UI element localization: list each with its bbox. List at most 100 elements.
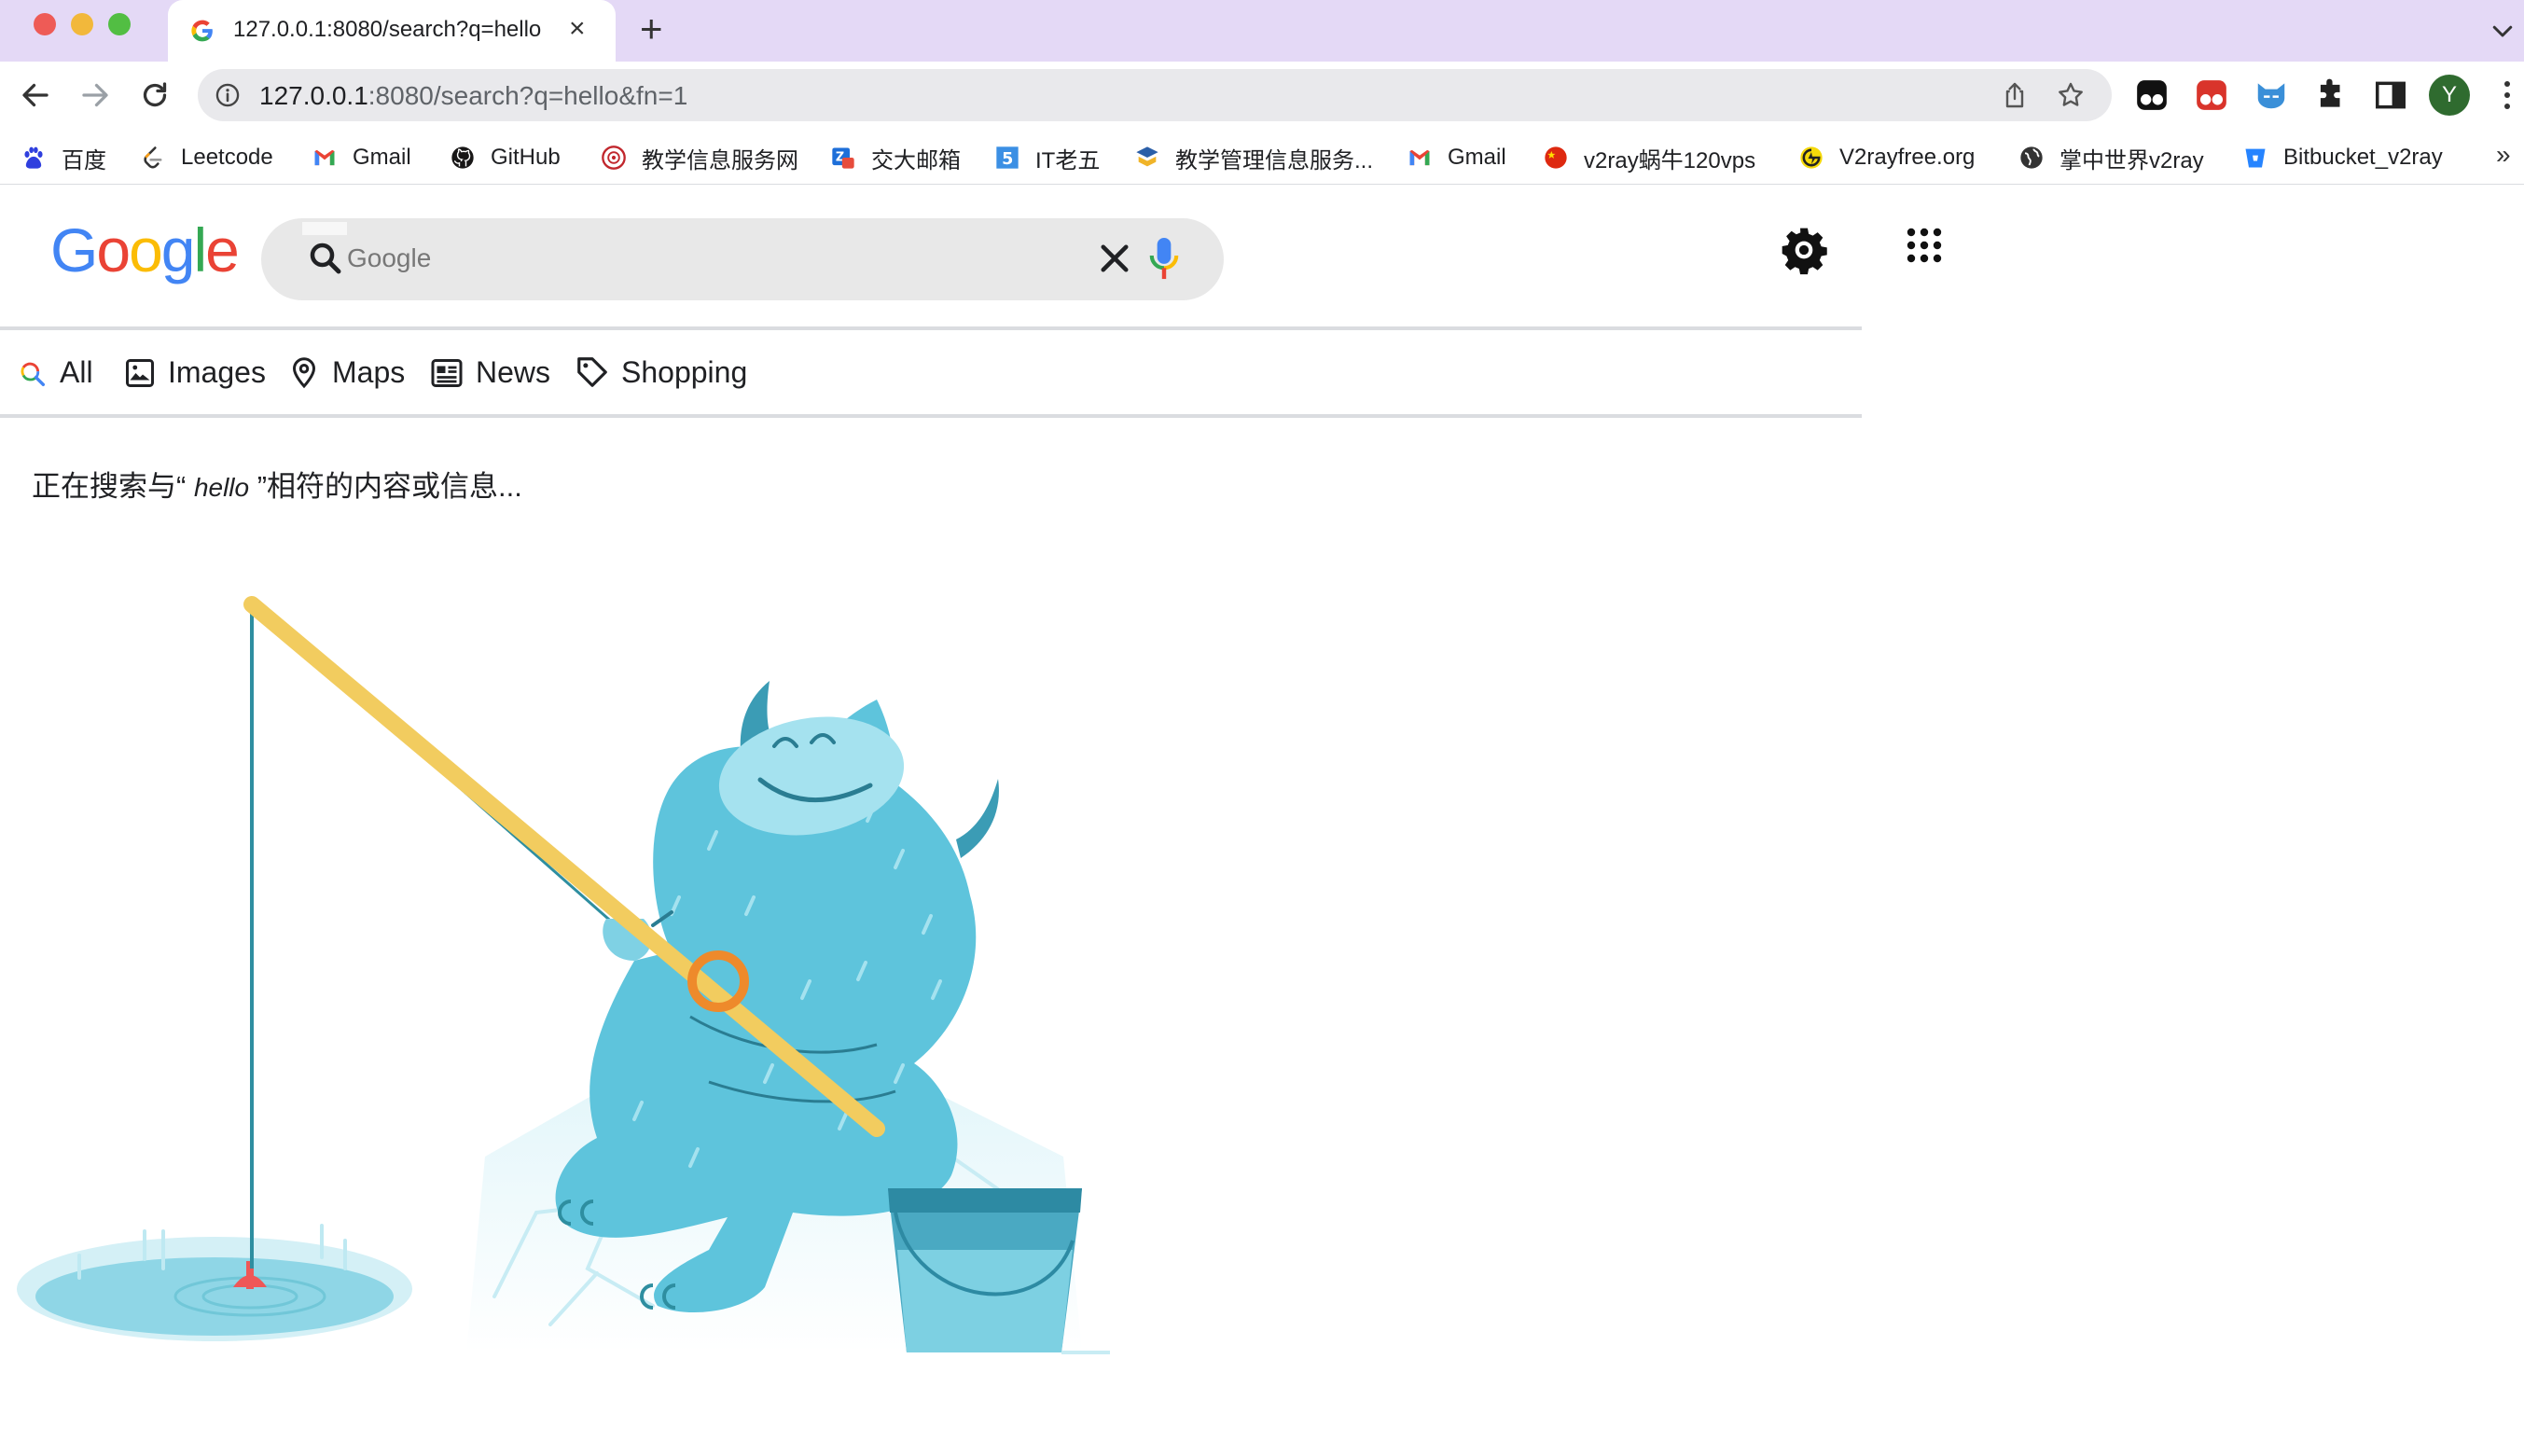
newspaper-icon bbox=[431, 359, 463, 387]
gmail-icon bbox=[314, 149, 335, 166]
search-box bbox=[261, 218, 1224, 300]
leetcode-icon bbox=[144, 146, 162, 169]
search-icon bbox=[21, 362, 46, 387]
forward-arrow-icon[interactable] bbox=[78, 78, 112, 112]
tab-label: Images bbox=[168, 355, 266, 389]
image-icon bbox=[126, 359, 154, 387]
gmail-icon bbox=[1409, 149, 1430, 166]
side-panel-icon[interactable] bbox=[2373, 77, 2408, 113]
tab-strip: 127.0.0.1:8080/search?q=hello&fn=1 × + bbox=[0, 0, 2524, 62]
status-prefix: 正在搜索与“ bbox=[32, 470, 194, 503]
header-divider bbox=[0, 326, 1862, 330]
extension-tampermonkey-red-icon[interactable] bbox=[2194, 77, 2229, 113]
back-arrow-icon[interactable] bbox=[19, 78, 52, 112]
input-ghost-highlight bbox=[302, 222, 347, 235]
microphone-icon[interactable] bbox=[1147, 235, 1181, 282]
bookmark-item[interactable]: V2rayfree.org bbox=[1798, 142, 1975, 173]
minimize-window-button[interactable] bbox=[71, 13, 93, 35]
gear-icon[interactable] bbox=[1778, 224, 1830, 276]
bitbucket-icon bbox=[2245, 148, 2266, 168]
map-pin-icon bbox=[292, 357, 316, 389]
itlaowu-icon: 5 bbox=[996, 146, 1019, 169]
status-suffix: ”相符的内容或信息... bbox=[249, 470, 522, 503]
bookmark-label: 教学管理信息服务... bbox=[1175, 147, 1374, 173]
tab-label: News bbox=[476, 355, 551, 389]
url-path: :8080/search?q=hello&fn=1 bbox=[368, 81, 688, 110]
bookmark-label: v2ray蜗牛120vps bbox=[1584, 147, 1756, 173]
profile-avatar[interactable]: Y bbox=[2429, 75, 2470, 116]
bookmark-label: Gmail bbox=[1448, 145, 1506, 170]
tab-close-icon[interactable]: × bbox=[569, 15, 586, 43]
bookmark-label: 交大邮箱 bbox=[871, 147, 961, 173]
bookmark-label: IT老五 bbox=[1035, 147, 1101, 173]
chevron-down-icon[interactable] bbox=[2489, 17, 2517, 45]
bookmark-item[interactable]: GitHub bbox=[450, 142, 561, 173]
baidu-icon bbox=[24, 146, 43, 169]
tab-label: All bbox=[60, 355, 93, 389]
status-query: hello bbox=[193, 473, 250, 502]
url-text[interactable]: 127.0.0.1:8080/search?q=hello&fn=1 bbox=[259, 81, 687, 111]
bookmark-item[interactable]: 5 IT老五 bbox=[994, 142, 1100, 173]
bookmark-item[interactable]: 掌中世界v2ray bbox=[2018, 142, 2204, 173]
bookmark-item[interactable]: Leetcode bbox=[140, 142, 273, 173]
tab-label: Maps bbox=[332, 355, 406, 389]
tab-title: 127.0.0.1:8080/search?q=hello&fn=1 bbox=[233, 17, 541, 42]
university-icon bbox=[602, 146, 626, 170]
bookmark-item[interactable]: 教学管理信息服务... bbox=[1134, 142, 1373, 173]
share-icon[interactable] bbox=[2000, 80, 2030, 110]
mail-icon: Z bbox=[832, 147, 854, 169]
v2rayfree-icon bbox=[1800, 146, 1823, 169]
extensions-puzzle-icon[interactable] bbox=[2313, 77, 2349, 113]
google-favicon-icon bbox=[191, 20, 213, 42]
google-logo[interactable]: Google bbox=[50, 213, 240, 287]
tab-images[interactable]: Images bbox=[123, 343, 266, 390]
bookmark-item[interactable]: Z 交大邮箱 bbox=[830, 142, 961, 173]
bookmark-star-icon[interactable] bbox=[2056, 80, 2086, 110]
tab-shopping[interactable]: Shopping bbox=[575, 343, 747, 390]
browser-tab-active[interactable]: 127.0.0.1:8080/search?q=hello&fn=1 × bbox=[168, 0, 616, 62]
bookmarks-bar: 百度 Leetcode Gmail GitHub 教学信息服务网 Z 交大邮箱 … bbox=[0, 129, 2524, 185]
fishing-monster-illustration bbox=[17, 596, 1110, 1354]
bookmark-item[interactable]: v2ray蜗牛120vps bbox=[1543, 142, 1755, 173]
bookmark-label: 教学信息服务网 bbox=[642, 147, 798, 173]
bookmark-item[interactable]: Bitbucket_v2ray bbox=[2242, 142, 2443, 173]
bookmarks-overflow-button[interactable]: » bbox=[2496, 140, 2511, 170]
bookmark-label: GitHub bbox=[491, 145, 561, 170]
globe-icon bbox=[2020, 146, 2043, 169]
searching-status-text: 正在搜索与“ hello ”相符的内容或信息... bbox=[32, 463, 522, 505]
github-icon bbox=[451, 146, 474, 169]
clear-icon[interactable] bbox=[1095, 239, 1134, 278]
maximize-window-button[interactable] bbox=[108, 13, 131, 35]
tab-all[interactable]: All bbox=[17, 343, 93, 390]
browser-toolbar: 127.0.0.1:8080/search?q=hello&fn=1 Y bbox=[0, 62, 2524, 129]
close-window-button[interactable] bbox=[34, 13, 56, 35]
tab-maps[interactable]: Maps bbox=[287, 343, 405, 390]
bookmark-label: V2rayfree.org bbox=[1839, 145, 1976, 170]
bookmark-item[interactable]: Gmail bbox=[1407, 142, 1506, 173]
svg-text:5: 5 bbox=[1002, 150, 1013, 169]
bookmark-label: 掌中世界v2ray bbox=[2059, 147, 2204, 173]
reload-icon[interactable] bbox=[138, 78, 172, 112]
tab-news[interactable]: News bbox=[429, 343, 550, 390]
search-icon[interactable] bbox=[306, 239, 345, 278]
url-host: 127.0.0.1 bbox=[259, 81, 368, 110]
more-menu-icon[interactable] bbox=[2498, 76, 2517, 114]
tabs-divider bbox=[0, 414, 1862, 418]
bookmark-item[interactable]: Gmail bbox=[312, 142, 411, 173]
tag-icon bbox=[577, 357, 607, 387]
bookmark-item[interactable]: 教学信息服务网 bbox=[601, 142, 798, 173]
site-info-icon[interactable] bbox=[215, 82, 241, 108]
address-bar[interactable]: 127.0.0.1:8080/search?q=hello&fn=1 bbox=[198, 69, 2112, 121]
apps-grid-icon[interactable] bbox=[1905, 226, 1944, 265]
academic-icon bbox=[1136, 146, 1158, 167]
tab-label: Shopping bbox=[621, 355, 748, 389]
new-tab-button[interactable]: + bbox=[640, 9, 663, 49]
extension-tampermonkey-icon[interactable] bbox=[2134, 77, 2170, 113]
extension-cat-icon[interactable] bbox=[2254, 77, 2289, 113]
bookmark-label: Leetcode bbox=[181, 145, 273, 170]
bookmark-label: Bitbucket_v2ray bbox=[2283, 145, 2443, 170]
bookmark-label: 百度 bbox=[62, 147, 106, 173]
bookmark-label: Gmail bbox=[353, 145, 411, 170]
search-input[interactable] bbox=[347, 237, 1000, 280]
bookmark-item[interactable]: 百度 bbox=[21, 142, 106, 173]
